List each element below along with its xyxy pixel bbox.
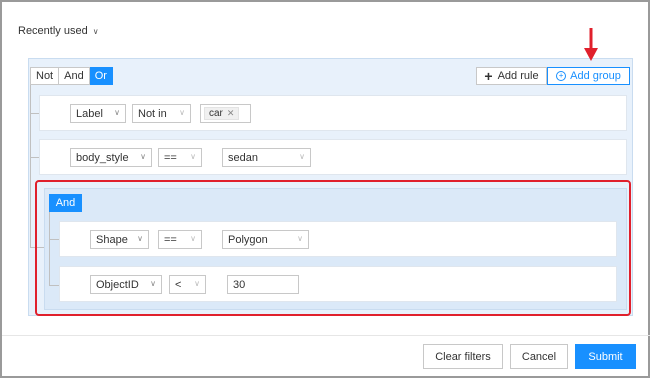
- value-text: Polygon: [228, 233, 268, 246]
- subgroup-conjunction-and[interactable]: And: [49, 194, 82, 212]
- value-text: sedan: [228, 151, 258, 164]
- field-select[interactable]: body_style ∨: [70, 148, 152, 167]
- operator-value: ==: [164, 151, 177, 164]
- field-select[interactable]: Shape ∨: [90, 230, 149, 249]
- chevron-down-icon: ∨: [299, 152, 305, 161]
- field-value: body_style: [76, 151, 129, 164]
- rule-row: Shape ∨ == ∨ Polygon ∨: [59, 221, 617, 257]
- chevron-down-icon: ∨: [150, 279, 156, 288]
- chevron-down-icon: ∨: [190, 152, 196, 161]
- recently-used-label: Recently used: [18, 25, 88, 37]
- submit-button[interactable]: Submit: [575, 344, 636, 369]
- filter-dialog: Recently used ∨ Not And Or + Add rule + …: [0, 0, 650, 378]
- tree-line: [30, 85, 31, 247]
- value-tag-label: car: [209, 108, 223, 119]
- operator-value: <: [175, 278, 182, 291]
- close-icon[interactable]: ✕: [227, 108, 235, 119]
- value-tags-input[interactable]: car ✕: [200, 104, 251, 123]
- chevron-down-icon: ∨: [140, 152, 146, 161]
- operator-value: ==: [164, 233, 177, 246]
- tree-line: [49, 239, 59, 240]
- tree-line: [49, 285, 59, 286]
- chevron-down-icon: ∨: [92, 26, 99, 36]
- chevron-down-icon: ∨: [114, 108, 120, 117]
- tree-line: [49, 212, 50, 286]
- conjunction-and[interactable]: And: [59, 67, 90, 85]
- chevron-down-icon: ∨: [179, 108, 185, 117]
- add-rule-button[interactable]: + Add rule: [476, 67, 547, 85]
- operator-select[interactable]: < ∨: [169, 275, 206, 294]
- chevron-down-icon: ∨: [137, 234, 143, 243]
- cancel-button[interactable]: Cancel: [510, 344, 568, 369]
- tree-line: [30, 157, 39, 158]
- value-tag: car ✕: [204, 107, 240, 120]
- add-group-button[interactable]: + Add group: [547, 67, 630, 85]
- field-select[interactable]: Label ∨: [70, 104, 126, 123]
- tree-line: [30, 113, 39, 114]
- field-value: ObjectID: [96, 278, 139, 291]
- field-value: Shape: [96, 233, 128, 246]
- rule-row: body_style ∨ == ∨ sedan ∨: [39, 139, 627, 175]
- add-rule-label: Add rule: [497, 70, 539, 82]
- operator-value: Not in: [138, 107, 167, 120]
- conjunction-not[interactable]: Not: [30, 67, 60, 85]
- value-select[interactable]: sedan ∨: [222, 148, 311, 167]
- clear-filters-button[interactable]: Clear filters: [423, 344, 503, 369]
- chevron-down-icon: ∨: [194, 279, 200, 288]
- operator-select[interactable]: == ∨: [158, 148, 202, 167]
- field-select[interactable]: ObjectID ∨: [90, 275, 162, 294]
- footer-divider: [2, 335, 650, 336]
- conjunction-switch: Not And Or: [30, 67, 113, 85]
- operator-select[interactable]: == ∨: [158, 230, 202, 249]
- add-group-label: Add group: [570, 70, 621, 82]
- chevron-down-icon: ∨: [297, 234, 303, 243]
- chevron-down-icon: ∨: [190, 234, 196, 243]
- value-input[interactable]: 30: [227, 275, 299, 294]
- rule-row: Label ∨ Not in ∨ car ✕: [39, 95, 627, 131]
- conjunction-or[interactable]: Or: [89, 67, 113, 85]
- value-select[interactable]: Polygon ∨: [222, 230, 309, 249]
- recently-used-dropdown[interactable]: Recently used ∨: [18, 25, 99, 37]
- field-value: Label: [76, 107, 103, 120]
- operator-select[interactable]: Not in ∨: [132, 104, 191, 123]
- plus-icon: +: [484, 68, 493, 84]
- red-arrow-annotation: [584, 28, 598, 61]
- rule-row: ObjectID ∨ < ∨ 30: [59, 266, 617, 302]
- circle-plus-icon: +: [556, 71, 567, 81]
